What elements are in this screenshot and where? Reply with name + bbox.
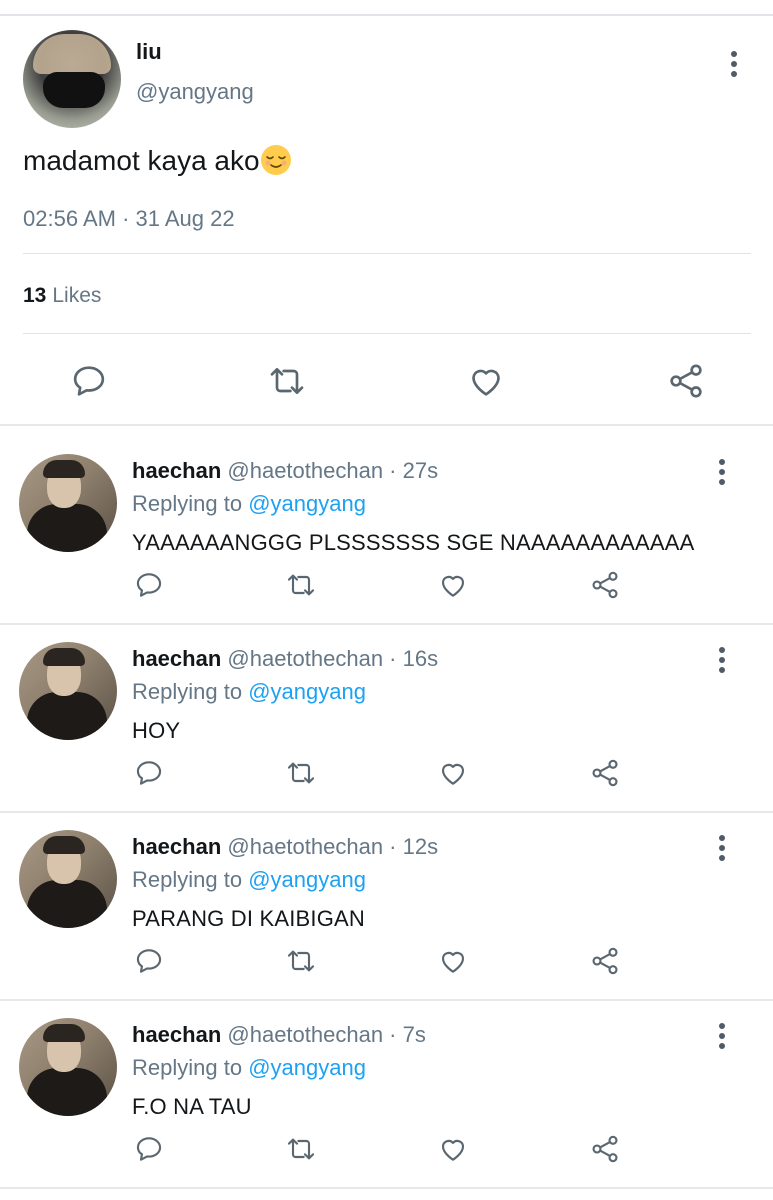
replying-to: Replying to @yangyang [132,1055,366,1080]
reply-tweet[interactable]: haechan @haetothechan · 16s Replying to … [0,614,773,800]
replying-to: Replying to @yangyang [132,867,366,892]
like-icon[interactable] [437,757,469,789]
author-name[interactable]: haechan [132,646,221,671]
more-options-icon[interactable] [717,459,727,485]
avatar[interactable] [19,830,117,928]
avatar[interactable] [19,454,117,552]
mention-link[interactable]: @yangyang [248,867,366,892]
share-icon[interactable] [589,569,621,601]
author-handle[interactable]: @yangyang [136,79,254,105]
reply-icon[interactable] [133,1133,165,1165]
likes-count[interactable]: 13 Likes [23,284,101,308]
replying-to: Replying to @yangyang [132,679,366,704]
relieved-face-emoji [260,144,292,176]
reply-header: haechan @haetothechan · 7s [132,1022,426,1048]
replying-to: Replying to @yangyang [132,491,366,516]
tweet-text-content: madamot kaya ako [23,145,260,176]
mention-link[interactable]: @yangyang [248,679,366,704]
retweet-icon[interactable] [285,569,317,601]
handle-and-time: @haetothechan · 12s [227,834,439,859]
retweet-icon[interactable] [267,361,307,401]
reply-icon[interactable] [69,361,109,401]
reply-text: HOY [132,718,181,743]
reply-tweet[interactable]: haechan @haetothechan · 27s Replying to … [0,426,773,612]
avatar[interactable] [19,1018,117,1116]
reply-tweet[interactable]: haechan @haetothechan · 12s Replying to … [0,802,773,988]
reply-header: haechan @haetothechan · 27s [132,458,438,484]
author-name[interactable]: liu [136,39,162,65]
more-options-icon[interactable] [729,51,739,77]
reply-icon[interactable] [133,757,165,789]
divider [23,253,751,254]
reply-text: PARANG DI KAIBIGAN [132,906,366,931]
reply-icon[interactable] [133,569,165,601]
reply-text: YAAAAAANGGG PLSSSSSSS SGE NAAAAAAAAAAAA [132,530,695,555]
handle-and-time: @haetothechan · 16s [227,646,439,671]
main-tweet: liu @yangyang madamot kaya ako 02:56 AM … [0,16,773,424]
share-icon[interactable] [589,945,621,977]
author-name[interactable]: haechan [132,458,221,483]
like-icon[interactable] [466,361,506,401]
retweet-icon[interactable] [285,757,317,789]
like-icon[interactable] [437,569,469,601]
mention-link[interactable]: @yangyang [248,491,366,516]
author-name[interactable]: haechan [132,1022,221,1047]
reply-text: F.O NA TAU [132,1094,252,1119]
retweet-icon[interactable] [285,1133,317,1165]
like-icon[interactable] [437,945,469,977]
avatar[interactable] [23,30,121,128]
tweet-timestamp[interactable]: 02:56 AM · 31 Aug 22 [23,206,235,232]
more-options-icon[interactable] [717,1023,727,1049]
reply-tweet[interactable]: haechan @haetothechan · 7s Replying to @… [0,990,773,1176]
share-icon[interactable] [589,1133,621,1165]
handle-and-time: @haetothechan · 27s [227,458,439,483]
tweet-text: madamot kaya ako [23,144,292,177]
reply-header: haechan @haetothechan · 16s [132,646,438,672]
author-name[interactable]: haechan [132,834,221,859]
like-icon[interactable] [437,1133,469,1165]
retweet-icon[interactable] [285,945,317,977]
reply-header: haechan @haetothechan · 12s [132,834,438,860]
reply-icon[interactable] [133,945,165,977]
more-options-icon[interactable] [717,647,727,673]
mention-link[interactable]: @yangyang [248,1055,366,1080]
divider [0,1187,773,1189]
avatar[interactable] [19,642,117,740]
divider [23,333,751,334]
handle-and-time: @haetothechan · 7s [227,1022,426,1047]
share-icon[interactable] [666,361,706,401]
more-options-icon[interactable] [717,835,727,861]
share-icon[interactable] [589,757,621,789]
